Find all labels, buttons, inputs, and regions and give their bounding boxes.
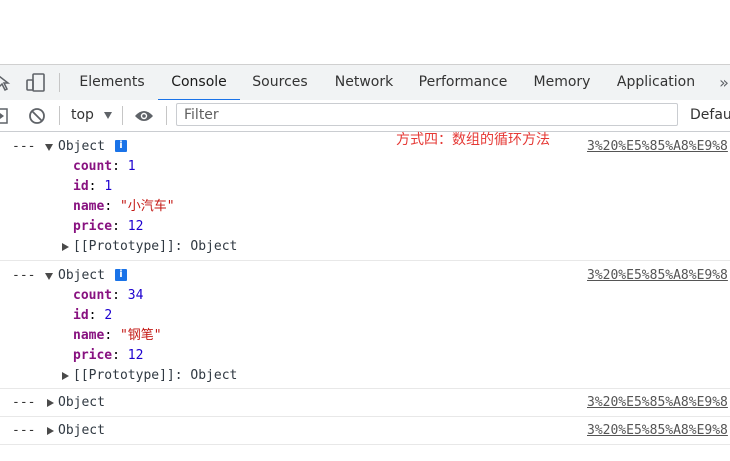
log-prefix: --- bbox=[12, 395, 36, 410]
property-key: id bbox=[73, 179, 89, 194]
toolbar-divider bbox=[122, 106, 123, 125]
property-row: id: 1 bbox=[73, 179, 113, 194]
sidebar-toggle-icon[interactable] bbox=[0, 100, 8, 131]
console-message: --- Object 3%20%E5%85%A8%E9%8 bbox=[0, 389, 730, 417]
tab-application[interactable]: Application bbox=[608, 65, 704, 100]
property-row: id: 2 bbox=[73, 308, 113, 323]
property-value: 1 bbox=[127, 159, 136, 174]
object-summary-row[interactable]: --- Object i 3%20%E5%85%A8%E9%8 bbox=[0, 137, 730, 157]
property-value: "小汽车" bbox=[119, 199, 175, 214]
toolbar-divider bbox=[166, 106, 167, 125]
log-prefix: --- bbox=[12, 268, 36, 283]
console-message: --- Object i 3%20%E5%85%A8%E9%8 count: 3… bbox=[0, 261, 730, 389]
property-row: price: 12 bbox=[73, 348, 144, 363]
property-row: price: 12 bbox=[73, 219, 144, 234]
object-label: Object bbox=[58, 395, 105, 410]
console-messages: --- Object i 3%20%E5%85%A8%E9%8 count: 1… bbox=[0, 132, 730, 445]
expand-triangle-icon[interactable] bbox=[62, 243, 69, 251]
object-summary-row[interactable]: --- Object 3%20%E5%85%A8%E9%8 bbox=[0, 421, 730, 441]
info-icon[interactable]: i bbox=[115, 269, 127, 281]
prototype-label: [[Prototype]]: Object bbox=[73, 239, 238, 254]
property-key: price bbox=[73, 348, 113, 363]
tab-sources[interactable]: Sources bbox=[245, 65, 315, 100]
prototype-row[interactable]: [[Prototype]]: Object bbox=[0, 237, 400, 257]
info-icon[interactable]: i bbox=[115, 140, 127, 152]
context-selector[interactable]: top bbox=[71, 100, 113, 131]
expand-triangle-icon[interactable] bbox=[62, 372, 69, 380]
object-label: Object bbox=[58, 139, 105, 154]
log-prefix: --- bbox=[12, 139, 36, 154]
toolbar-divider bbox=[59, 73, 60, 92]
device-toolbar-icon[interactable] bbox=[26, 65, 46, 100]
source-link[interactable]: 3%20%E5%85%A8%E9%8 bbox=[587, 393, 728, 413]
context-selector-label: top bbox=[71, 107, 94, 123]
property-key: count bbox=[73, 159, 113, 174]
property-row: count: 1 bbox=[73, 159, 136, 174]
prototype-row[interactable]: [[Prototype]]: Object bbox=[0, 366, 400, 386]
property-value: 2 bbox=[104, 308, 113, 323]
prototype-label: [[Prototype]]: Object bbox=[73, 368, 238, 383]
clear-console-icon[interactable] bbox=[28, 100, 46, 131]
object-label: Object bbox=[58, 268, 105, 283]
tab-memory[interactable]: Memory bbox=[525, 65, 599, 100]
property-key: name bbox=[73, 199, 105, 214]
property-value: 12 bbox=[127, 219, 144, 234]
tab-console[interactable]: Console bbox=[158, 65, 240, 101]
more-tabs-button[interactable]: » bbox=[714, 65, 730, 100]
log-prefix: --- bbox=[12, 423, 36, 438]
property-value: 12 bbox=[127, 348, 144, 363]
object-summary-row[interactable]: --- Object i 3%20%E5%85%A8%E9%8 bbox=[0, 266, 730, 286]
property-key: name bbox=[73, 328, 105, 343]
object-summary-row[interactable]: --- Object 3%20%E5%85%A8%E9%8 bbox=[0, 393, 730, 413]
property-key: count bbox=[73, 288, 113, 303]
tab-elements[interactable]: Elements bbox=[71, 65, 153, 100]
source-link[interactable]: 3%20%E5%85%A8%E9%8 bbox=[587, 421, 728, 441]
expand-triangle-icon[interactable] bbox=[45, 273, 53, 280]
console-message: --- Object 3%20%E5%85%A8%E9%8 bbox=[0, 417, 730, 445]
console-toolbar: top Defau bbox=[0, 100, 730, 132]
property-row: name: "小汽车" bbox=[73, 199, 175, 214]
console-message: --- Object i 3%20%E5%85%A8%E9%8 count: 1… bbox=[0, 132, 730, 261]
property-row: name: "钢笔" bbox=[73, 328, 162, 343]
object-label: Object bbox=[58, 423, 105, 438]
devtools-tab-bar: Elements Console Sources Network Perform… bbox=[0, 64, 730, 101]
property-value: 1 bbox=[104, 179, 113, 194]
log-levels-dropdown[interactable]: Defau bbox=[690, 100, 730, 131]
toolbar-divider bbox=[59, 106, 60, 125]
property-value: "钢笔" bbox=[119, 328, 162, 343]
live-expression-eye-icon[interactable] bbox=[134, 100, 154, 131]
tab-performance[interactable]: Performance bbox=[412, 65, 514, 100]
source-link[interactable]: 3%20%E5%85%A8%E9%8 bbox=[587, 266, 728, 286]
property-key: id bbox=[73, 308, 89, 323]
expand-triangle-icon[interactable] bbox=[45, 144, 53, 151]
expand-triangle-icon[interactable] bbox=[47, 427, 54, 435]
inspect-element-icon[interactable] bbox=[0, 65, 12, 100]
filter-input[interactable] bbox=[176, 103, 678, 126]
property-key: price bbox=[73, 219, 113, 234]
property-row: count: 34 bbox=[73, 288, 144, 303]
dropdown-arrow-icon bbox=[104, 111, 113, 119]
expand-triangle-icon[interactable] bbox=[47, 399, 54, 407]
property-value: 34 bbox=[127, 288, 144, 303]
tab-network[interactable]: Network bbox=[325, 65, 403, 100]
source-link[interactable]: 3%20%E5%85%A8%E9%8 bbox=[587, 137, 728, 157]
